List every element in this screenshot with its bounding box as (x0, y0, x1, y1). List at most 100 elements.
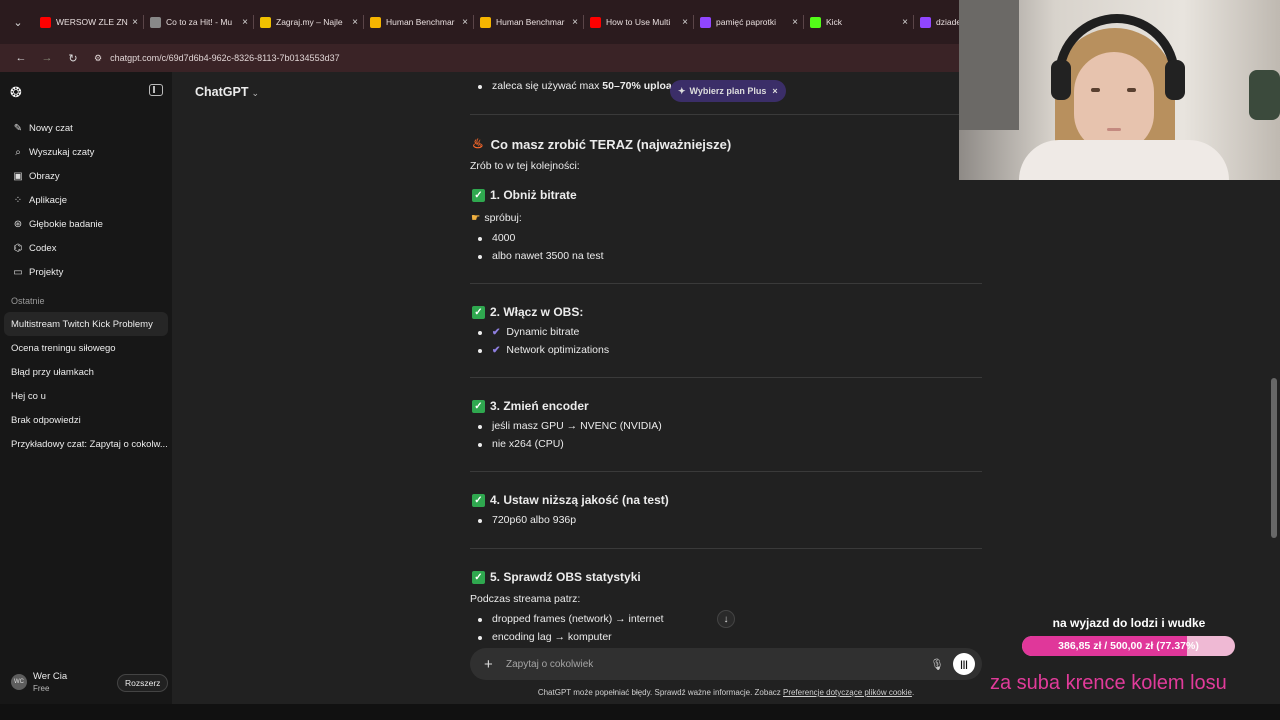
tab-favicon-icon (370, 16, 381, 28)
sidebar-nav-item[interactable]: ⊛ Głębokie badanie (0, 212, 172, 236)
step3-item: nie x264 (CPU) (492, 438, 564, 450)
recent-chat-item[interactable]: Brak odpowiedzi (4, 408, 168, 432)
bullet (478, 443, 482, 447)
recent-section-title: Ostatnie (11, 296, 45, 306)
close-tab-icon[interactable]: × (242, 17, 248, 28)
tab-title: Human Benchmar (496, 17, 565, 27)
bullet (478, 85, 482, 89)
bullet (478, 618, 482, 622)
url-text: chatgpt.com/c/69d7d6b4-962c-8326-8113-7b… (110, 53, 340, 63)
prompt-composer[interactable]: + Zapytaj o cokolwiek 🎙 ||| (470, 648, 982, 680)
nav-icon: ▣ (13, 170, 23, 182)
recent-chat-item[interactable]: Przykładowy czat: Zapytaj o cokolw... (4, 432, 168, 456)
sidebar-toggle-icon[interactable] (149, 84, 163, 96)
openai-logo-icon[interactable]: ❂ (10, 84, 26, 100)
divider (470, 283, 982, 284)
plus-icon[interactable]: + (484, 656, 493, 673)
tab-favicon-icon (700, 16, 711, 28)
close-tab-icon[interactable]: × (572, 17, 578, 28)
sidebar-nav-item[interactable]: ▣ Obrazy (0, 164, 172, 188)
model-selector[interactable]: ChatGPT ⌄ (195, 85, 259, 99)
user-name: Wer Cia (33, 671, 68, 682)
tab-favicon-icon (150, 16, 161, 28)
section-heading: ♨ Co masz zrobić TERAZ (najważniejsze) (472, 136, 731, 152)
step5-title: 5. Sprawdź OBS statystyki (490, 570, 641, 584)
plan-pill-label: Wybierz plan Plus (689, 86, 767, 96)
recent-chat-item[interactable]: Ocena treningu siłowego (4, 336, 168, 360)
upgrade-button[interactable]: Rozszerz (117, 674, 169, 692)
sidebar-nav-item[interactable]: ✎ Nowy czat (0, 116, 172, 140)
webcam-mouth (1107, 128, 1121, 131)
nav-label: Wyszukaj czaty (29, 146, 95, 158)
sidebar-nav-item[interactable]: ⌕ Wyszukaj czaty (0, 140, 172, 164)
close-tab-icon[interactable]: × (352, 17, 358, 28)
step2-item-text: Dynamic bitrate (506, 326, 580, 338)
step3-title: 3. Zmień encoder (490, 399, 589, 413)
checkmark-icon: ✔ (492, 327, 501, 338)
browser-tab[interactable]: pamięć paprotki × (694, 7, 804, 37)
tab-strip: WERSOW ZLE ZN × Co to za Hit! - Mu × Zagraj.… (34, 7, 1024, 37)
fire-icon: ♨ (472, 136, 484, 151)
recent-chat-item[interactable]: Błąd przy ułamkach (4, 360, 168, 384)
sidebar-nav-item[interactable]: ⌬ Codex (0, 236, 172, 260)
close-tab-icon[interactable]: × (132, 17, 138, 28)
forward-arrow-icon[interactable]: → (40, 52, 54, 64)
url-field[interactable]: ⚙ chatgpt.com/c/69d7d6b4-962c-8326-8113-… (94, 53, 340, 64)
webcam-plant (1249, 70, 1280, 120)
voice-mode-button[interactable]: ||| (953, 653, 975, 675)
user-menu[interactable]: WC Wer Cia Free Rozszerz (0, 662, 172, 702)
webcam-eye (1091, 88, 1100, 92)
close-tab-icon[interactable]: × (902, 17, 908, 28)
nav-label: Obrazy (29, 170, 60, 182)
browser-tab[interactable]: Kick × (804, 7, 914, 37)
tab-title: pamięć paprotki (716, 17, 777, 27)
tab-title: How to Use Multi (606, 17, 671, 27)
top-line-text: zaleca się używać max (492, 80, 603, 92)
checkmark-icon: ✔ (492, 345, 501, 356)
close-icon[interactable]: × (772, 86, 777, 96)
pointing-hand-icon: ☛ (471, 212, 481, 224)
browser-tab[interactable]: Zagraj.my – Najle × (254, 7, 364, 37)
check-icon: ✓ (472, 493, 485, 507)
goal-text: 386,85 zł / 500,00 zł (77.37%) (1058, 640, 1199, 652)
top-line: zaleca się używać max 50–70% upload (492, 80, 678, 92)
step5-heading: ✓ 5. Sprawdź OBS statystyki (472, 570, 641, 584)
bullet (478, 255, 482, 259)
scrollbar[interactable] (1271, 378, 1277, 538)
browser-tab[interactable]: Co to za Hit! - Mu × (144, 7, 254, 37)
divider (470, 114, 982, 115)
disclaimer-text: ChatGPT może popełniać błędy. Sprawdź wa… (537, 688, 783, 697)
sidebar-nav-item[interactable]: ⁘ Aplikacje (0, 188, 172, 212)
step2-heading: ✓ 2. Włącz w OBS: (472, 305, 583, 319)
recent-chat-item[interactable]: Hej co u (4, 384, 168, 408)
browser-tab[interactable]: WERSOW ZLE ZN × (34, 7, 144, 37)
microphone-icon[interactable]: 🎙 (930, 658, 944, 671)
step5-intro: Podczas streama patrz: (470, 593, 581, 605)
step1-try: ☛ spróbuj: (471, 212, 522, 224)
back-arrow-icon[interactable]: ← (14, 52, 28, 64)
close-tab-icon[interactable]: × (792, 17, 798, 28)
tab-title: WERSOW ZLE ZN (56, 17, 128, 27)
site-info-icon[interactable]: ⚙ (94, 53, 102, 64)
step1-title: 1. Obniż bitrate (490, 188, 577, 202)
close-tab-icon[interactable]: × (462, 17, 468, 28)
cookie-preferences-link[interactable]: Preferencje dotyczące plików cookie (783, 688, 912, 697)
upgrade-plan-pill[interactable]: ✦ Wybierz plan Plus × (670, 80, 786, 102)
tab-title: Zagraj.my – Najle (276, 17, 343, 27)
prompt-input[interactable]: Zapytaj o cokolwiek (506, 659, 593, 670)
close-tab-icon[interactable]: × (682, 17, 688, 28)
user-plan: Free (33, 684, 50, 693)
nav-label: Nowy czat (29, 122, 73, 134)
browser-tab[interactable]: How to Use Multi × (584, 7, 694, 37)
tab-list-chevron-icon[interactable]: ⌄ (8, 12, 28, 32)
recent-chat-item[interactable]: Multistream Twitch Kick Problemy (4, 312, 168, 336)
nav-icon: ▭ (13, 266, 23, 278)
browser-tab[interactable]: Human Benchmar × (364, 7, 474, 37)
headphones-ear (1051, 60, 1071, 100)
tab-title: Human Benchmar (386, 17, 455, 27)
reload-icon[interactable]: ↻ (66, 52, 80, 65)
tab-favicon-icon (260, 16, 271, 28)
scroll-down-button[interactable]: ↓ (717, 610, 735, 628)
sidebar-nav-item[interactable]: ▭ Projekty (0, 260, 172, 284)
browser-tab[interactable]: Human Benchmar × (474, 7, 584, 37)
